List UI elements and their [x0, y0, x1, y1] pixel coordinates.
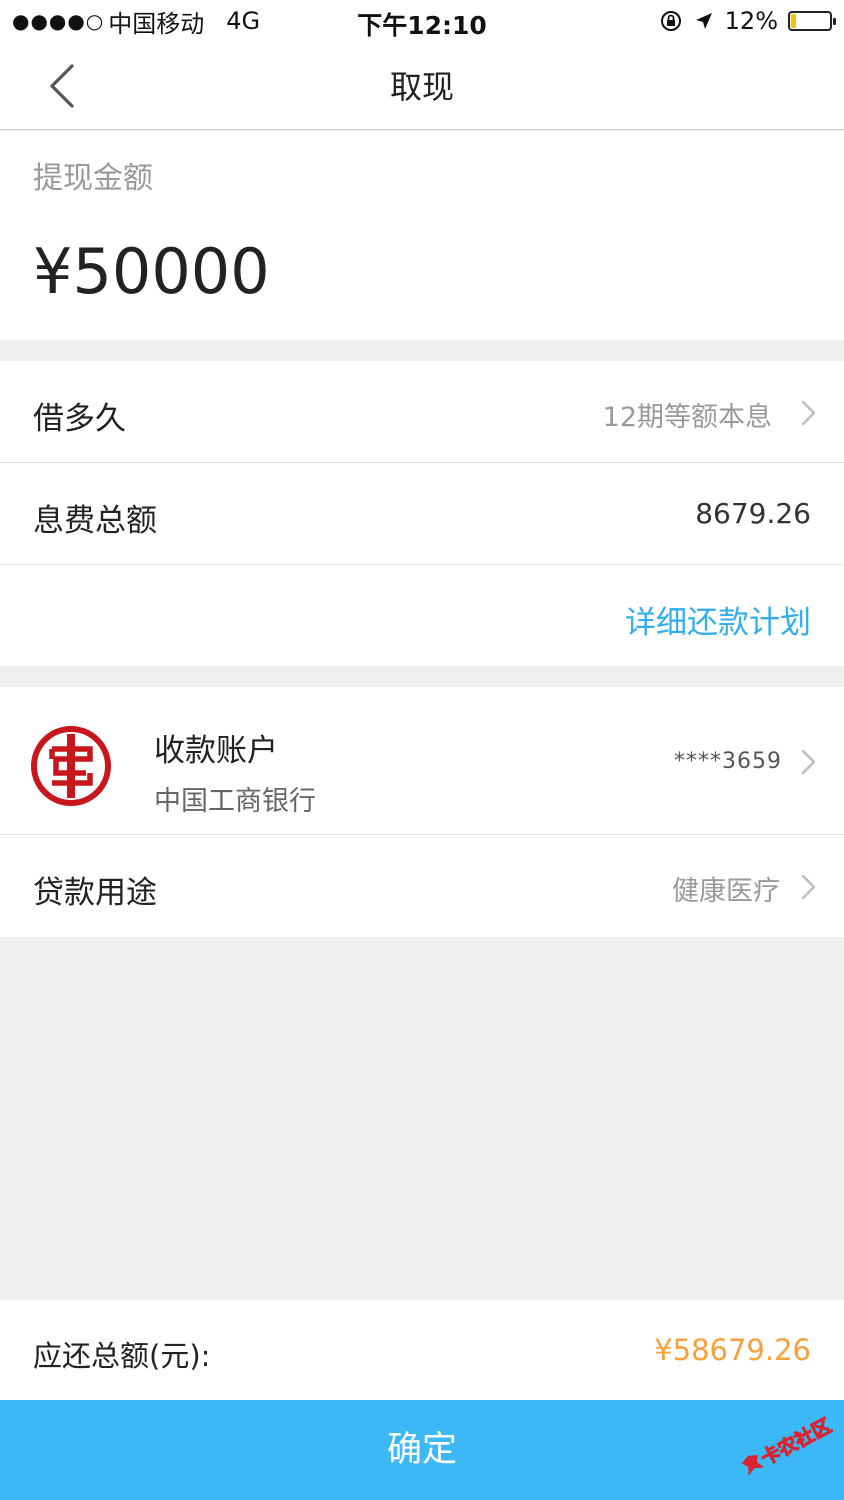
loan-term-label: 借多久 [33, 401, 126, 437]
interest-total-value: 8679.26 [695, 497, 811, 530]
total-repayment-label: 应还总额(元): [33, 1339, 211, 1373]
status-right: 12% [659, 6, 836, 36]
loan-info-section: 借多久 12期等额本息 息费总额 8679.26 详细还款计划 [0, 361, 844, 666]
battery-icon [788, 11, 836, 31]
battery-level [791, 14, 796, 28]
account-section: 收款账户 中国工商银行 ****3659 贷款用途 健康医疗 [0, 687, 844, 937]
interest-total-label: 息费总额 [33, 503, 157, 539]
loan-purpose-value: 健康医疗 [672, 876, 780, 907]
location-arrow-icon [695, 13, 712, 29]
loan-term-row[interactable]: 借多久 12期等额本息 [0, 361, 844, 462]
battery-percent: 12% [724, 7, 778, 35]
confirm-button[interactable]: 确定 [0, 1400, 844, 1500]
page-title: 取现 [389, 68, 454, 106]
repayment-plan-link[interactable]: 详细还款计划 [625, 597, 811, 642]
withdraw-amount-value[interactable]: ¥50000 [33, 235, 270, 308]
total-repayment-bar: 应还总额(元): ¥58679.26 [0, 1300, 844, 1400]
bank-name: 中国工商银行 [154, 786, 316, 817]
withdraw-amount-label: 提现金额 [33, 161, 153, 196]
chevron-right-icon [801, 749, 816, 775]
loan-purpose-label: 贷款用途 [33, 875, 157, 911]
loan-term-value: 12期等额本息 [602, 402, 772, 433]
repayment-plan-row: 详细还款计划 [0, 565, 844, 666]
rotation-lock-icon [660, 11, 681, 31]
withdraw-amount-card: 提现金额 ¥50000 [0, 131, 844, 340]
account-number: ****3659 [674, 749, 782, 774]
receiving-account-row[interactable]: 收款账户 中国工商银行 ****3659 [0, 687, 844, 834]
total-repayment-value: ¥58679.26 [654, 1333, 811, 1367]
chevron-right-icon [801, 400, 816, 426]
status-bar: ●●●●○ 中国移动 4G 下午12:10 12% [0, 0, 844, 42]
receiving-account-label: 收款账户 [154, 733, 278, 769]
navigation-bar: 取现 [0, 42, 844, 130]
icbc-logo-icon [31, 726, 111, 806]
watermark-text: 卡农社区 [757, 1414, 836, 1470]
chevron-right-icon [801, 874, 816, 900]
loan-purpose-row[interactable]: 贷款用途 健康医疗 [0, 835, 844, 936]
interest-total-row: 息费总额 8679.26 [0, 463, 844, 564]
